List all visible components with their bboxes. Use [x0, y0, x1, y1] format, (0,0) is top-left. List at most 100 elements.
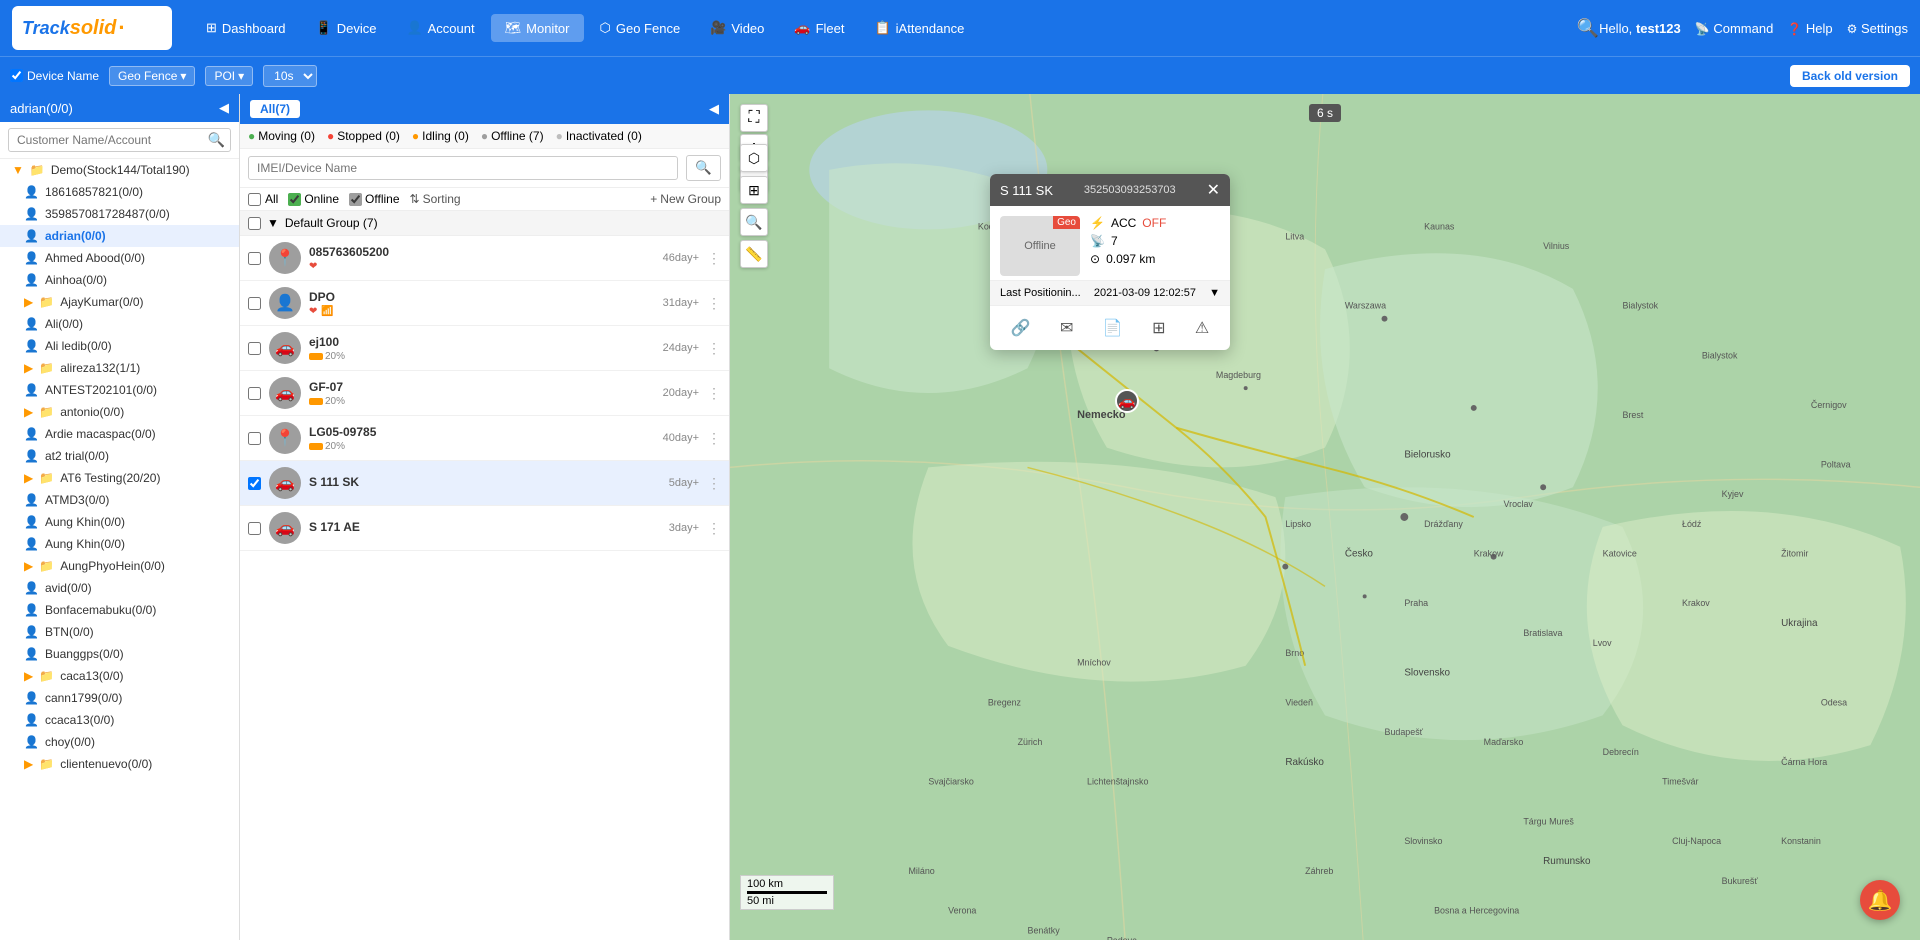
geo-fence-button[interactable]: Geo Fence ▾: [109, 66, 195, 86]
sidebar-tree-item[interactable]: 👤Ali(0/0): [0, 313, 239, 335]
filter-moving[interactable]: ● Moving (0): [248, 129, 315, 143]
device-search-button[interactable]: 🔍: [686, 155, 721, 181]
sidebar-collapse-icon[interactable]: ◀: [219, 100, 229, 116]
sidebar-tree-item[interactable]: 👤cann1799(0/0): [0, 687, 239, 709]
nav-video[interactable]: 🎥 Video: [696, 14, 778, 42]
filter-offline[interactable]: ● Offline (7): [481, 129, 544, 143]
sidebar-tree-item[interactable]: 👤BTN(0/0): [0, 621, 239, 643]
sidebar-search-icon[interactable]: 🔍: [208, 132, 225, 149]
sidebar-tree-item[interactable]: 👤35985708172848​7(0/0): [0, 203, 239, 225]
online-checkbox[interactable]: [288, 193, 301, 206]
offline-checkbox[interactable]: [349, 193, 362, 206]
device-checkbox[interactable]: [248, 387, 261, 400]
popup-send-button[interactable]: ✉: [1056, 314, 1077, 342]
device-menu-button[interactable]: ⋮: [707, 250, 721, 267]
new-group-button[interactable]: + New Group: [650, 192, 721, 206]
interval-select[interactable]: 10s 30s 1m: [263, 65, 317, 87]
fullscreen-button[interactable]: ⛶: [740, 104, 768, 132]
popup-link-button[interactable]: 🔗: [1007, 314, 1035, 342]
sidebar-search-input[interactable]: [8, 128, 231, 152]
sidebar-tree-item[interactable]: ▶📁alireza132(1/1): [0, 357, 239, 379]
sidebar-tree-item[interactable]: ▶📁AT6 Testing(20/20): [0, 467, 239, 489]
notification-bell-button[interactable]: 🔔: [1860, 880, 1900, 920]
nav-account[interactable]: 👤 Account: [392, 14, 488, 42]
sidebar-tree-item[interactable]: 👤Bonfacemabuku(0/0): [0, 599, 239, 621]
popup-close-button[interactable]: ✕: [1207, 180, 1220, 200]
poi-button[interactable]: POI ▾: [205, 66, 253, 86]
layer-button[interactable]: ⊞: [740, 176, 768, 204]
search-on-map-button[interactable]: 🔍: [740, 208, 768, 236]
sidebar-tree-item[interactable]: ▶📁AjayKumar(0/0): [0, 291, 239, 313]
sort-button[interactable]: ⇅ Sorting: [410, 192, 461, 206]
device-list-item[interactable]: 🚗 S 171 AE 3day+ ⋮: [240, 506, 729, 551]
device-list-item[interactable]: 📍 LG05-09785 20% 40day+ ⋮: [240, 416, 729, 461]
nav-geofence[interactable]: ⬡ Geo Fence: [586, 14, 695, 42]
sidebar-tree-item[interactable]: ▶📁AungPhyoHein(0/0): [0, 555, 239, 577]
nav-iattendance[interactable]: 📋 iAttendance: [860, 14, 978, 42]
settings-link[interactable]: ⚙ Settings: [1847, 21, 1908, 36]
device-list-item[interactable]: 📍 085763605200 ❤ 46day+ ⋮: [240, 236, 729, 281]
device-list-item[interactable]: 🚗 ej100 20% 24day+ ⋮: [240, 326, 729, 371]
device-menu-button[interactable]: ⋮: [707, 520, 721, 537]
device-list-item[interactable]: 🚗 GF-07 20% 20day+ ⋮: [240, 371, 729, 416]
device-panel-collapse-icon[interactable]: ◀: [709, 101, 719, 117]
device-list-item[interactable]: 👤 DPO ❤📶 31day+ ⋮: [240, 281, 729, 326]
nav-device[interactable]: 📱 Device: [302, 14, 391, 42]
nav-fleet[interactable]: 🚗 Fleet: [780, 14, 858, 42]
sidebar-tree-item[interactable]: 👤ANTEST202101(0/0): [0, 379, 239, 401]
sidebar-tree-item[interactable]: ▶📁antonio(0/0): [0, 401, 239, 423]
sidebar-tree-item[interactable]: 👤18616857821(0/0): [0, 181, 239, 203]
sidebar-tree-item[interactable]: ▶📁clientenuevo(0/0): [0, 753, 239, 775]
device-group-header[interactable]: ▼Default Group (7): [240, 211, 729, 236]
device-checkbox[interactable]: [248, 342, 261, 355]
popup-alert-button[interactable]: ⚠: [1191, 314, 1213, 342]
device-checkbox[interactable]: [248, 477, 261, 490]
device-checkbox[interactable]: [248, 522, 261, 535]
nav-monitor[interactable]: 🗺 Monitor: [491, 14, 584, 42]
sidebar-tree-item[interactable]: 👤ccaca13(0/0): [0, 709, 239, 731]
group-checkbox[interactable]: [248, 217, 261, 230]
popup-report-button[interactable]: 📄: [1099, 314, 1127, 342]
vehicle-marker[interactable]: 🚗: [1115, 389, 1139, 413]
sidebar-tree-item[interactable]: 👤Ali ledib(0/0): [0, 335, 239, 357]
back-old-version-button[interactable]: Back old version: [1790, 65, 1910, 87]
check-all-checkbox[interactable]: [248, 193, 261, 206]
sidebar-tree-item[interactable]: ▶📁caca13(0/0): [0, 665, 239, 687]
device-checkbox[interactable]: [248, 297, 261, 310]
sidebar-tree-item[interactable]: 👤Ahmed Abood(0/0): [0, 247, 239, 269]
sidebar-tree-item[interactable]: 👤Buanggps(0/0): [0, 643, 239, 665]
search-button[interactable]: 🔍: [1577, 18, 1599, 39]
filter-idling[interactable]: ● Idling (0): [412, 129, 469, 143]
polygon-tool-button[interactable]: ⬡: [740, 144, 768, 172]
device-menu-button[interactable]: ⋮: [707, 385, 721, 402]
device-menu-button[interactable]: ⋮: [707, 295, 721, 312]
sidebar-tree-item[interactable]: 👤Aung Khin(0/0): [0, 511, 239, 533]
help-link[interactable]: ❓ Help: [1787, 21, 1832, 36]
sidebar-tree-item[interactable]: 👤avid(0/0): [0, 577, 239, 599]
device-menu-button[interactable]: ⋮: [707, 430, 721, 447]
command-link[interactable]: 📡 Command: [1695, 21, 1774, 36]
device-search-input[interactable]: [248, 156, 678, 180]
sidebar-tree-item[interactable]: 👤at2 trial(0/0): [0, 445, 239, 467]
sidebar-tree-item[interactable]: 👤adrian(0/0): [0, 225, 239, 247]
device-list-item[interactable]: 🚗 S 111 SK 5day+ ⋮: [240, 461, 729, 506]
filter-stopped[interactable]: ● Stopped (0): [327, 129, 400, 143]
sidebar-tree-item[interactable]: 👤Ainhoa(0/0): [0, 269, 239, 291]
popup-expand-icon[interactable]: ▼: [1209, 287, 1220, 299]
sidebar-tree-item[interactable]: 👤ATMD3(0/0): [0, 489, 239, 511]
nav-dashboard[interactable]: ⊞ Dashboard: [192, 14, 300, 42]
device-menu-button[interactable]: ⋮: [707, 475, 721, 492]
sidebar-tree-item[interactable]: 👤Ardie macaspac(0/0): [0, 423, 239, 445]
device-checkbox[interactable]: [248, 432, 261, 445]
device-menu-button[interactable]: ⋮: [707, 340, 721, 357]
device-checkbox[interactable]: [248, 252, 261, 265]
all-badge[interactable]: All(7): [250, 100, 300, 118]
add-icon: +: [650, 192, 657, 206]
filter-inactive[interactable]: ● Inactivated (0): [556, 129, 642, 143]
device-name-checkbox[interactable]: [10, 69, 23, 82]
ruler-button[interactable]: 📏: [740, 240, 768, 268]
sidebar-tree-item[interactable]: ▼📁Demo(Stock144/Total190): [0, 159, 239, 181]
sidebar-tree-item[interactable]: 👤choy(0/0): [0, 731, 239, 753]
popup-grid-button[interactable]: ⊞: [1148, 314, 1169, 342]
sidebar-tree-item[interactable]: 👤Aung Khin(0/0): [0, 533, 239, 555]
